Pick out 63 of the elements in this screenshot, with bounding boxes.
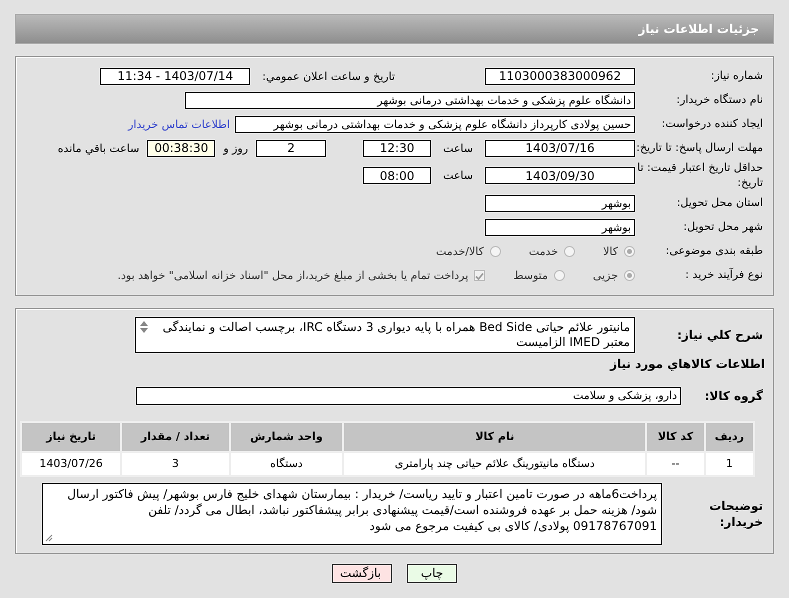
- scroll-arrows-icon[interactable]: [138, 320, 150, 334]
- radio-button[interactable]: [624, 246, 635, 258]
- column-header: ردیف: [704, 422, 754, 452]
- resize-grip-icon[interactable]: [45, 534, 53, 542]
- description-field[interactable]: مانیتور علائم حیاتی Bed Side همراه با پایه دیواری 3 دستگاه IRC، برچسب اصالت و نمایندگی معتبر IMED الزامیست: [135, 316, 635, 353]
- radio-button[interactable]: [490, 246, 501, 258]
- radio-button[interactable]: [554, 270, 565, 282]
- radio-button[interactable]: [624, 270, 635, 282]
- section-heading: اطلاعات کالاهاي مورد نیاز: [608, 356, 766, 371]
- column-header: کد کالا: [646, 422, 705, 452]
- checkbox[interactable]: [474, 270, 486, 282]
- checkbox-label: پرداخت تمام یا بخشی از مبلغ خرید،از محل "اسناد خزانه اسلامی" خواهد بود.: [118, 269, 468, 282]
- radio-label: جزیی: [592, 269, 618, 282]
- days-field: 2: [256, 140, 326, 156]
- field-label: تاریخ و ساعت اعلان عمومي:: [262, 70, 395, 82]
- column-header: تاریخ نیاز: [21, 422, 122, 452]
- column-header: نام کالا: [343, 422, 646, 452]
- field-label: مهلت ارسال پاسخ: تا تاریخ:: [635, 140, 764, 156]
- field-label: طبقه بندی موضوعی:: [664, 244, 764, 260]
- print-button[interactable]: چاپ: [407, 564, 457, 583]
- table-cell: 1403/07/26: [21, 452, 122, 476]
- column-header: واحد شمارش: [230, 422, 344, 452]
- field-label: شماره نیاز:: [710, 68, 764, 84]
- remaining-time-field: 00:38:30: [147, 140, 216, 156]
- time-field: 08:00: [363, 167, 432, 184]
- time-label: ساعت: [443, 142, 473, 154]
- back-button[interactable]: بازگشت: [332, 564, 392, 583]
- need-number-field: 1103000383000962: [485, 68, 635, 84]
- field-label: نام دستگاه خریدار:: [675, 92, 764, 108]
- field-label: شرح کلي نیاز:: [676, 326, 764, 343]
- field-label: نوع فرآیند خرید :: [684, 268, 764, 284]
- date-field: 1403/09/30: [485, 167, 635, 184]
- buyer-contact-link[interactable]: اطلاعات تماس خریدار: [128, 118, 230, 130]
- days-label: روز و: [223, 142, 248, 154]
- page-title: جزئیات اطلاعات نیاز: [15, 14, 774, 44]
- field-label: گروه کالا:: [704, 388, 764, 404]
- radio-label: کالا: [603, 245, 618, 258]
- time-field: 12:30: [363, 140, 432, 156]
- field-label: ایجاد کننده درخواست:: [660, 116, 764, 132]
- field-label: حداقل تاریخ اعتبار قیمت: تا تاریخ:: [636, 161, 764, 191]
- date-field: 1403/07/16: [485, 140, 635, 156]
- radio-label: متوسط: [513, 269, 548, 282]
- field-label: توضیحات خریدار:: [708, 498, 764, 530]
- field-label: استان محل تحویل:: [676, 196, 764, 212]
- buyer-notes-field[interactable]: پرداخت6ماهه در صورت تامین اعتبار و تایید ریاست/ خریدار : بیمارستان شهدای خلیج فارس بوشهر/ پیش فاکتور ارسال شود/ هزینه حمل بر عهده فروشنده است/قیمت پیشنهادی برابر پیشفاکتور نباشد، ابطال می گردد/ تلفن 09178767091 پولادی/ کالای بی کیفیت مرجوع می شود: [42, 482, 662, 545]
- table-cell: --: [646, 452, 705, 476]
- column-header: تعداد / مقدار: [121, 422, 230, 452]
- remaining-label: ساعت باقي مانده: [58, 142, 140, 154]
- time-label: ساعت: [443, 169, 473, 182]
- goods-group-field: دارو، پزشکی و سلامت: [136, 386, 681, 405]
- radio-label: کالا/خدمت: [436, 245, 484, 258]
- city-field: بوشهر: [485, 219, 635, 236]
- requester-field: حسین پولادی کارپرداز دانشگاه علوم پزشکی و خدمات بهداشتی درمانی بوشهر: [235, 116, 635, 132]
- table-cell: 3: [121, 452, 230, 476]
- announce-date-field: 1403/07/14 - 11:34: [100, 68, 250, 84]
- radio-button[interactable]: [564, 246, 576, 258]
- table-cell: دستگاه مانیتورینگ علائم حیاتی چند پارامتری: [343, 452, 646, 476]
- table-cell: دستگاه: [230, 452, 344, 476]
- field-label: شهر محل تحویل:: [682, 220, 764, 236]
- radio-label: خدمت: [528, 245, 558, 258]
- buyer-field: دانشگاه علوم پزشکی و خدمات بهداشتی درمانی بوشهر: [185, 92, 635, 108]
- province-field: بوشهر: [485, 195, 635, 212]
- table-cell: 1: [704, 452, 754, 476]
